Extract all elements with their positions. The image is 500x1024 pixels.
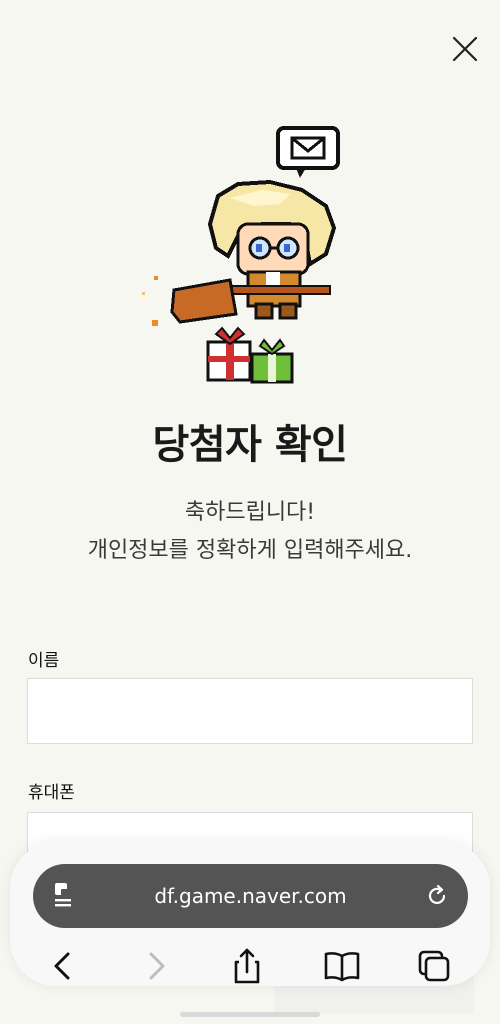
winner-confirm-page: 당첨자 확인 축하드립니다! 개인정보를 정확하게 입력해주세요. 이름 휴대폰… [0, 0, 500, 1024]
address-bar[interactable]: df.game.naver.com [33, 864, 468, 928]
close-button[interactable] [448, 32, 482, 66]
chevron-right-icon [149, 952, 165, 980]
url-text: df.game.naver.com [154, 884, 347, 908]
home-indicator [180, 1012, 320, 1017]
forward-button[interactable] [135, 944, 179, 988]
congrats-text: 축하드립니다! [184, 500, 316, 525]
share-icon [234, 948, 260, 984]
bookmarks-button[interactable] [320, 944, 364, 988]
tabs-button[interactable] [412, 944, 456, 988]
chevron-left-icon [54, 952, 70, 980]
phone-label: 휴대폰 [28, 783, 75, 803]
book-icon [324, 952, 360, 982]
page-title: 당첨자 확인 [152, 422, 348, 468]
tabs-icon [418, 950, 450, 982]
name-label: 이름 [28, 651, 60, 671]
name-input[interactable] [27, 678, 473, 744]
instruction-text: 개인정보를 정확하게 입력해주세요. [87, 538, 413, 563]
reload-icon[interactable] [425, 884, 449, 908]
mascot-illustration [142, 126, 340, 384]
close-icon [452, 36, 478, 62]
back-button[interactable] [40, 944, 84, 988]
share-button[interactable] [225, 944, 269, 988]
